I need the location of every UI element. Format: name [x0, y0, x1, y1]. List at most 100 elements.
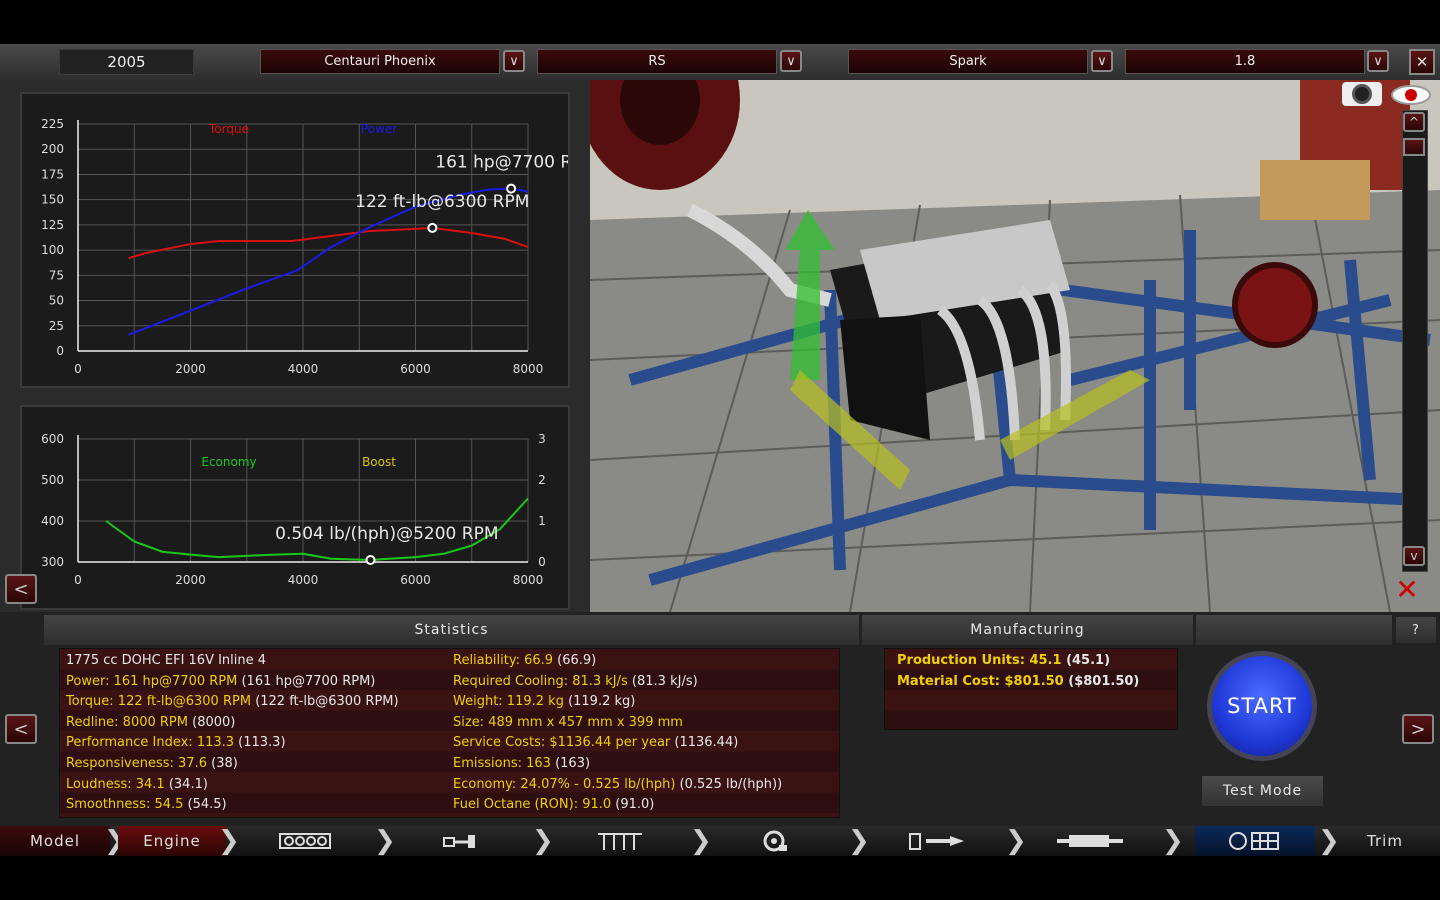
fuel-system-dropdown-button[interactable]: ∨	[1091, 50, 1113, 72]
y-tick-label: 600	[41, 432, 64, 446]
stat-right-row: Size: 489 mm x 457 mm x 399 mm	[453, 715, 683, 730]
stat-right-label: Service Costs: $1136.44 per year	[453, 735, 671, 751]
stat-right-value: (91.0)	[611, 797, 655, 813]
chevron-right-icon: ❯	[218, 826, 240, 856]
displacement-select[interactable]: 1.8	[1125, 49, 1365, 74]
zoom-scroll-handle[interactable]	[1403, 138, 1425, 156]
chevron-right-icon: ❯	[532, 826, 554, 856]
stat-right-row: Economy: 24.07% - 0.525 lb/(hph) (0.525 …	[453, 777, 782, 792]
variant-dropdown-button[interactable]: ∨	[780, 50, 802, 72]
next-page-button[interactable]: >	[1402, 714, 1434, 744]
chevron-right-icon: ❯	[690, 826, 712, 856]
flywheel	[1232, 262, 1318, 348]
stat-left-row: Responsiveness: 37.6 (38)	[66, 756, 238, 771]
zoom-down-button[interactable]: v	[1403, 546, 1425, 566]
x-tick-label: 0	[74, 573, 82, 587]
y-tick-label: 75	[49, 268, 64, 282]
y-tick-label: 150	[41, 193, 64, 207]
legend-entry: Economy	[201, 455, 256, 469]
engine-3d-viewport[interactable]: ^ v ✕	[590, 80, 1440, 612]
test-mode-button[interactable]: Test Mode	[1201, 775, 1324, 807]
tuning-icon[interactable]	[1195, 826, 1315, 856]
previous-page-button[interactable]: <	[5, 714, 37, 744]
y-tick-label: 50	[49, 294, 64, 308]
start-button[interactable]: START	[1207, 651, 1317, 761]
family-select[interactable]: Centauri Phoenix	[260, 49, 500, 74]
tab-model[interactable]: Model	[0, 826, 110, 856]
zoom-up-button[interactable]: ^	[1403, 112, 1425, 132]
stat-left-row: 1775 cc DOHC EFI 16V Inline 4	[66, 653, 266, 668]
help-button[interactable]: ?	[1396, 617, 1436, 643]
close-button[interactable]: ✕	[1409, 49, 1435, 75]
x-tick-label: 6000	[400, 362, 431, 376]
stat-left-label: Power: 161 hp@7700 RPM	[66, 673, 238, 689]
zoom-scrollbar[interactable]	[1402, 110, 1428, 572]
x-tick-label: 2000	[175, 573, 206, 587]
camera-icon[interactable]	[1342, 82, 1382, 106]
power-torque-chart: 0 2000 4000 6000 8000 0 25 50 75 100 125 150 175 200 2…	[20, 92, 597, 388]
family-dropdown-button[interactable]: ∨	[503, 50, 525, 72]
valvetrain-icon[interactable]	[575, 826, 665, 856]
hide-gizmo-icon[interactable]: ✕	[1387, 573, 1427, 606]
back-button[interactable]: <	[5, 574, 37, 604]
start-header	[1196, 615, 1392, 645]
y-tick-label: 300	[41, 555, 64, 569]
manufacturing-label: Production Units: 45.1	[897, 653, 1062, 668]
chevron-right-icon: ❯	[848, 826, 870, 856]
y2-tick-label: 2	[538, 473, 546, 487]
displacement-dropdown-button[interactable]: ∨	[1367, 50, 1389, 72]
engine-scene	[590, 80, 1440, 612]
stat-left-value: (122 ft-lb@6300 RPM)	[251, 694, 399, 710]
y-tick-label: 100	[41, 243, 64, 257]
stat-left-value: (8000)	[187, 714, 236, 730]
y-tick-label: 25	[49, 319, 64, 333]
manufacturing-value: ($801.50)	[1063, 673, 1140, 689]
x-tick-label: 0	[74, 362, 82, 376]
y2-tick-label: 0	[538, 555, 546, 569]
tab-engine[interactable]: Engine	[118, 826, 226, 856]
tab-trim[interactable]: Trim	[1340, 826, 1430, 856]
manufacturing-row: Material Cost: $801.50 ($801.50)	[897, 674, 1139, 689]
manufacturing-label: Material Cost: $801.50	[897, 673, 1064, 689]
economy-boost-chart-svg: 0 2000 4000 6000 80003004005006000123Economy…	[41, 432, 546, 587]
stat-left-row: Loudness: 34.1 (34.1)	[66, 777, 208, 792]
fuel-system-icon[interactable]	[895, 826, 975, 856]
legend-entry: Boost	[362, 455, 396, 469]
crankshaft-icon[interactable]	[420, 826, 500, 856]
stat-left-value: (113.3)	[234, 735, 286, 751]
cardboard-box	[1260, 160, 1370, 220]
stat-right-row: Required Cooling: 81.3 kJ/s (81.3 kJ/s)	[453, 674, 698, 689]
turbo-icon[interactable]	[740, 826, 810, 856]
peak-marker	[427, 222, 438, 233]
eye-icon[interactable]	[1390, 84, 1432, 106]
x-tick-label: 4000	[288, 362, 319, 376]
stat-right-value: (81.3 kJ/s)	[627, 673, 698, 689]
variant-select[interactable]: RS	[537, 49, 777, 74]
x-tick-label: 4000	[288, 573, 319, 587]
chevron-right-icon: ❯	[1005, 826, 1027, 856]
exhaust-icon[interactable]	[1050, 826, 1130, 856]
y-tick-label: 200	[41, 142, 64, 156]
stat-right-label: Emissions: 163	[453, 756, 551, 771]
stat-left-label: Smoothness: 54.5	[66, 797, 184, 813]
y2-tick-label: 1	[538, 514, 546, 528]
legend-entry: Torque	[208, 122, 249, 136]
x-tick-label: 8000	[513, 573, 544, 587]
stat-right-value: (66.9)	[553, 653, 597, 668]
y-tick-label: 125	[41, 218, 64, 232]
stat-left-label: Loudness: 34.1	[66, 776, 165, 792]
stat-right-row: Emissions: 163 (163)	[453, 756, 590, 771]
stat-right-value: (119.2 kg)	[563, 694, 636, 710]
fuel-system-select[interactable]: Spark	[848, 49, 1088, 74]
stat-right-label: Size: 489 mm x 457 mm x 399 mm	[453, 714, 683, 730]
stat-left-label: Responsiveness: 37.6	[66, 756, 207, 771]
engine-block-icon[interactable]	[260, 826, 350, 856]
chevron-right-icon: ❯	[374, 826, 396, 856]
x-tick-label: 8000	[513, 362, 544, 376]
y2-tick-label: 3	[538, 432, 546, 446]
stat-left-value: (38)	[206, 756, 238, 771]
y-tick-label: 500	[41, 473, 64, 487]
peak-label: 161 hp@7700 RPM	[435, 153, 568, 173]
stat-right-row: Weight: 119.2 kg (119.2 kg)	[453, 694, 635, 709]
stat-right-label: Required Cooling: 81.3 kJ/s	[453, 673, 628, 689]
